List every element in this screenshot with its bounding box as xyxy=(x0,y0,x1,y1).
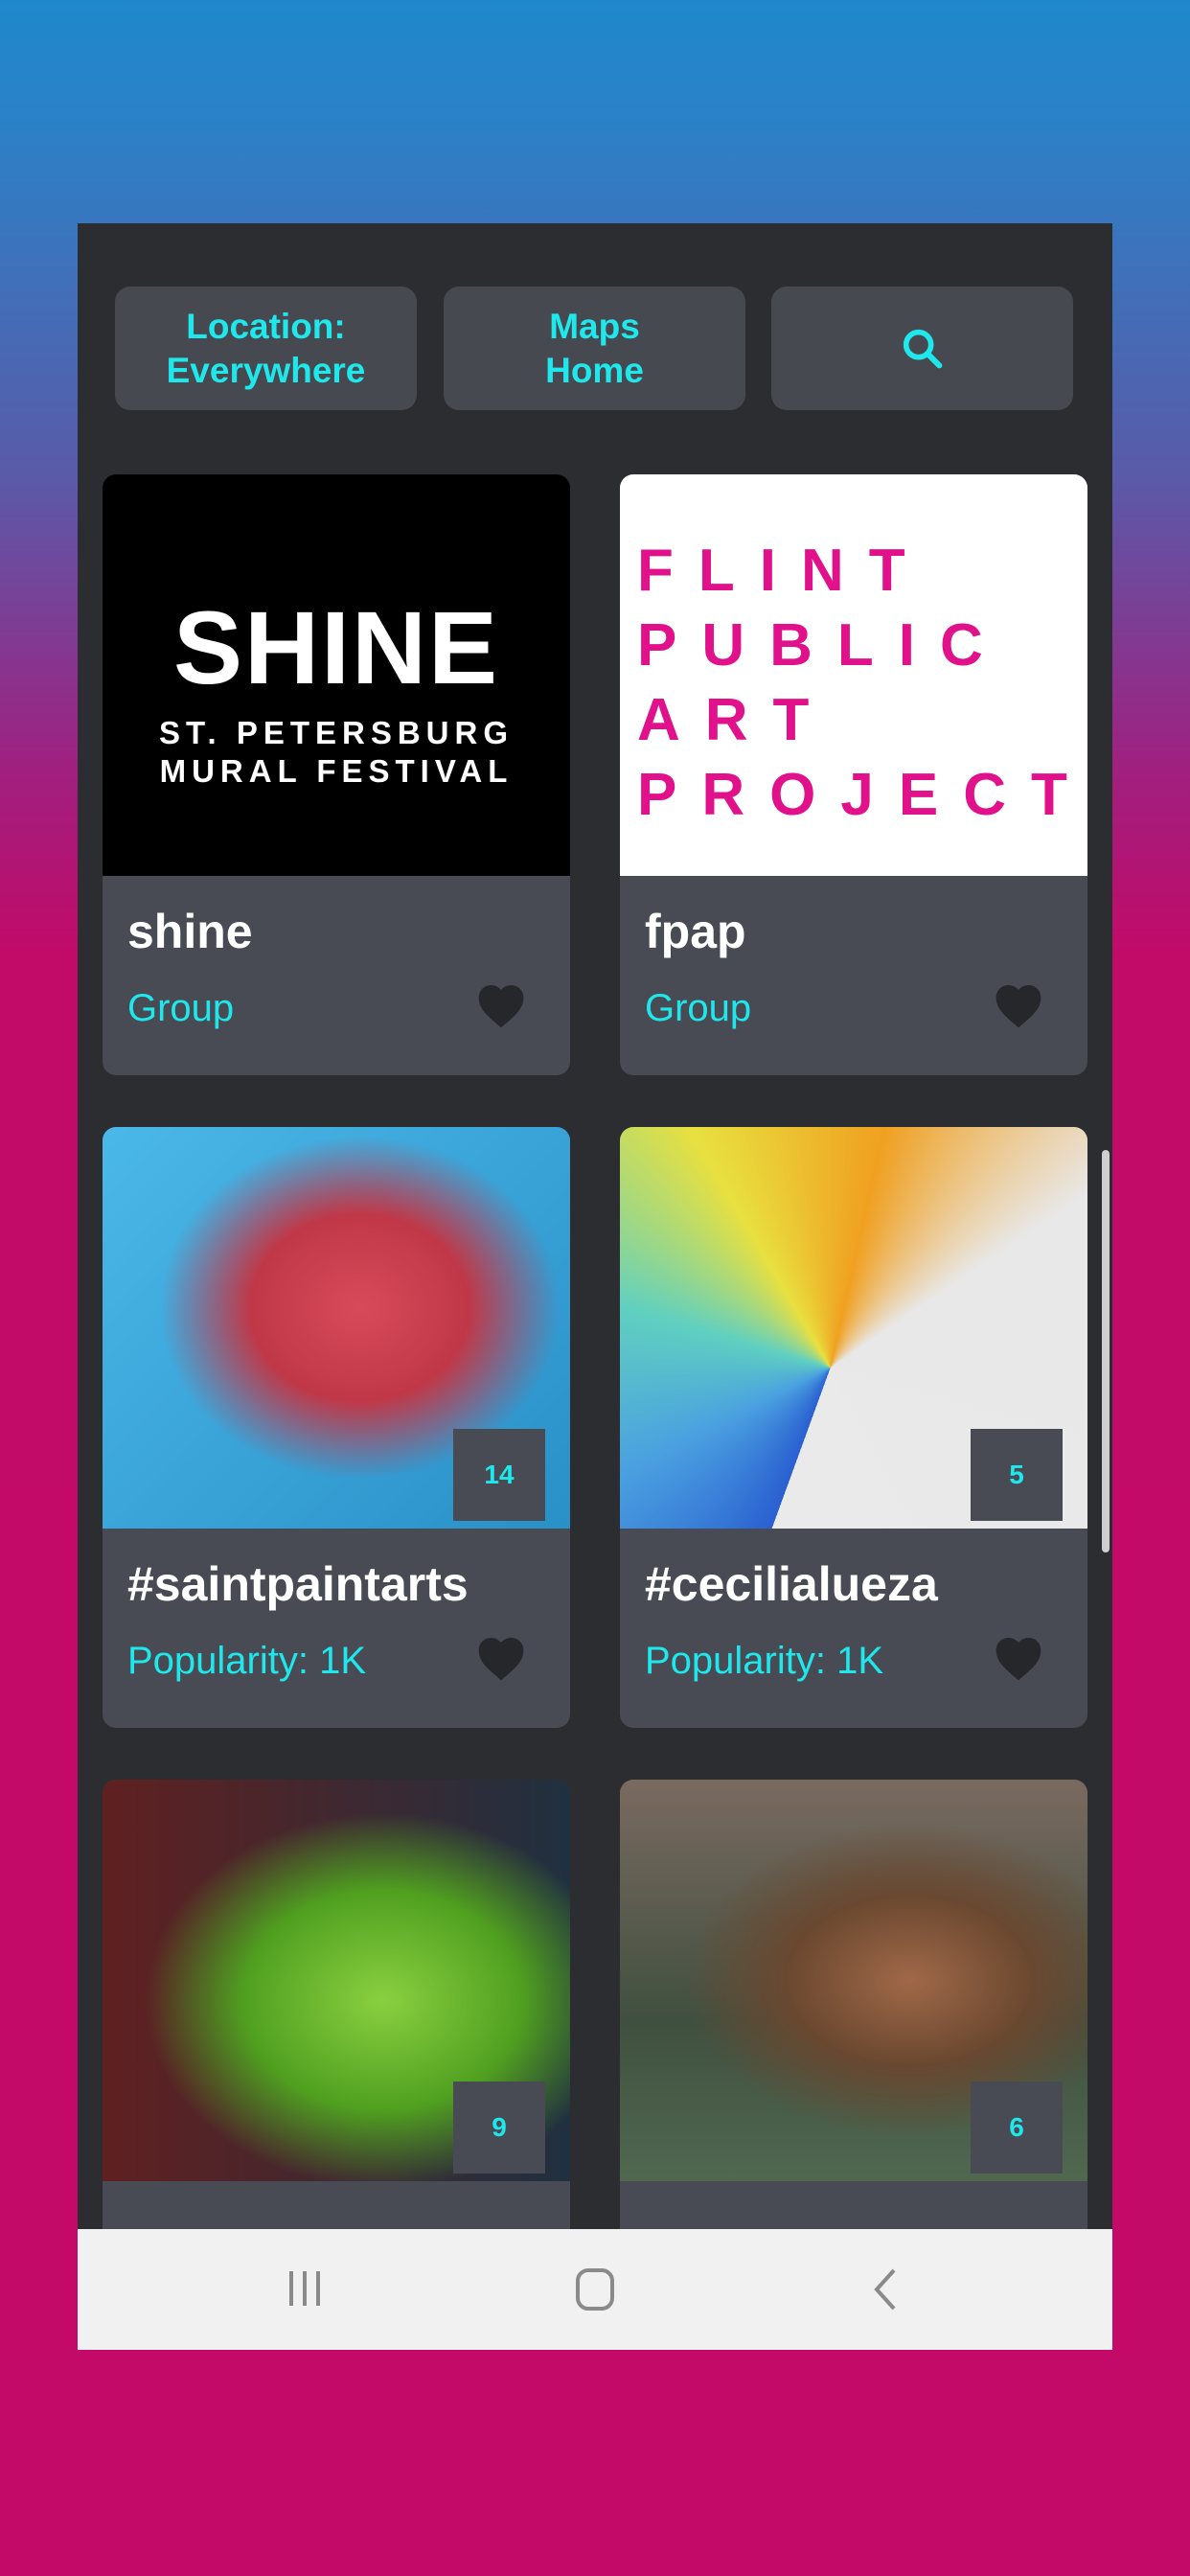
card-title: #saintpaintarts xyxy=(127,1557,469,1611)
count-badge: 14 xyxy=(453,1429,545,1521)
card-title: fpap xyxy=(645,905,746,958)
mural-image: 9 xyxy=(103,1780,570,2181)
mural-image: 5 xyxy=(620,1127,1087,1529)
search-button[interactable] xyxy=(771,287,1073,410)
heart-icon[interactable] xyxy=(992,1633,1045,1683)
mural-image: 6 xyxy=(620,1780,1087,2181)
card-title: #cecilialueza xyxy=(645,1557,938,1611)
home-icon[interactable] xyxy=(574,2267,616,2312)
location-value: Everywhere xyxy=(166,350,366,390)
maps-label: Maps xyxy=(549,306,640,346)
card-fpap[interactable]: FLINT PUBLIC ART PROJECT fpap Group xyxy=(620,474,1087,1075)
heart-icon[interactable] xyxy=(474,980,528,1030)
shine-logo-image: SHINE ST. PETERSBURG MURAL FESTIVAL xyxy=(103,474,570,876)
system-nav-bar xyxy=(78,2229,1112,2350)
count-badge: 6 xyxy=(971,2082,1063,2174)
back-icon[interactable] xyxy=(871,2267,900,2312)
scrollbar[interactable] xyxy=(1102,1150,1110,1552)
card-saintpaintarts[interactable]: 14 #saintpaintarts Popularity: 1K xyxy=(103,1127,570,1728)
location-label: Location: xyxy=(186,306,346,346)
card-cecilialueza[interactable]: 5 #cecilialueza Popularity: 1K xyxy=(620,1127,1087,1728)
fpap-logo-image: FLINT PUBLIC ART PROJECT xyxy=(620,474,1087,876)
card-subtitle: Group xyxy=(127,987,235,1029)
location-button[interactable]: Location: Everywhere xyxy=(115,287,417,410)
heart-icon[interactable] xyxy=(992,980,1045,1030)
home-label: Home xyxy=(545,350,644,390)
card-subtitle: Popularity: 1K xyxy=(127,1640,367,1682)
search-icon xyxy=(903,329,942,368)
heart-icon[interactable] xyxy=(474,1633,528,1683)
count-badge: 5 xyxy=(971,1429,1063,1521)
recent-apps-icon[interactable] xyxy=(284,2267,326,2310)
count-badge: 9 xyxy=(453,2082,545,2174)
maps-home-button[interactable]: Maps Home xyxy=(444,287,745,410)
app-screen: Location: Everywhere Maps Home SHINE ST. P… xyxy=(78,223,1112,2350)
card-subtitle: Group xyxy=(645,987,752,1029)
card-subtitle: Popularity: 1K xyxy=(645,1640,884,1682)
mural-image: 14 xyxy=(103,1127,570,1529)
card-shine[interactable]: SHINE ST. PETERSBURG MURAL FESTIVAL shine… xyxy=(103,474,570,1075)
card-title: shine xyxy=(127,905,253,958)
